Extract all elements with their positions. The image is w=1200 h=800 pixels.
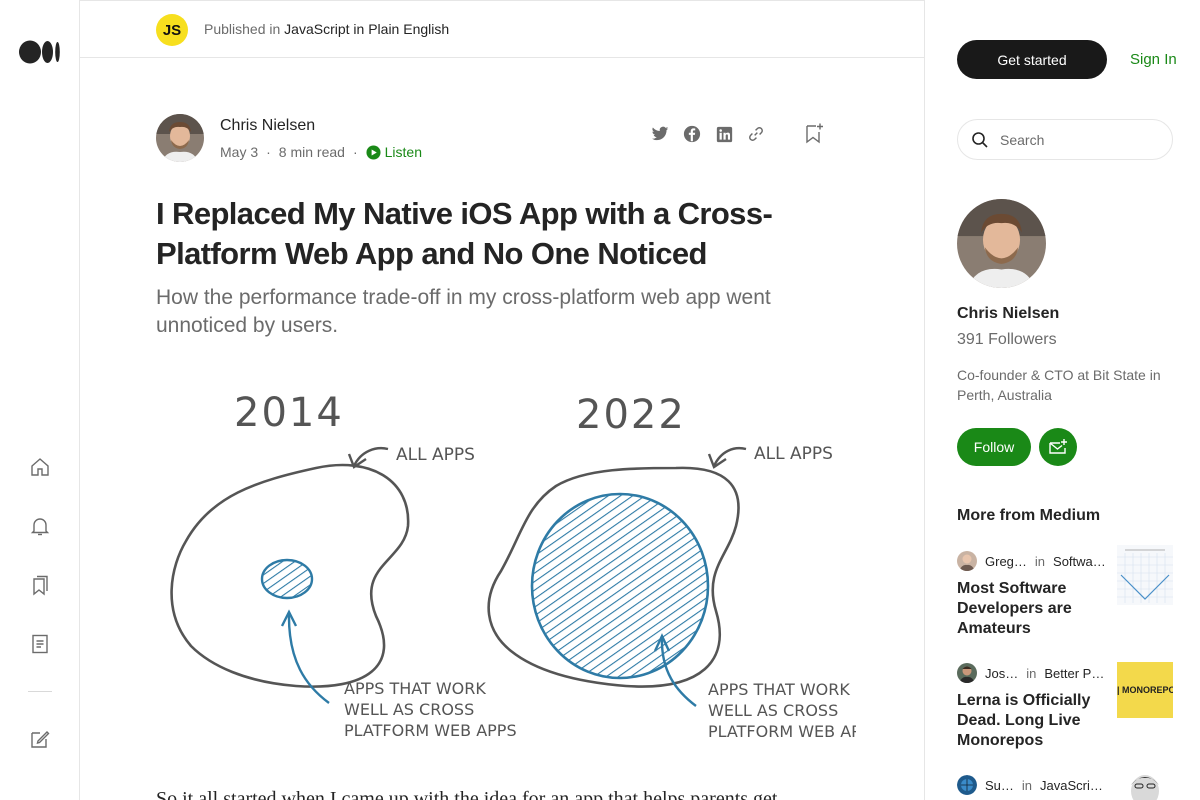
cross-label-2022-l1: Apps that work bbox=[708, 680, 850, 699]
sidebar-author-bio: Co-founder & CTO at Bit State in Perth, … bbox=[957, 367, 1161, 403]
facebook-icon[interactable] bbox=[682, 124, 702, 144]
right-sidebar: Get started Sign In Chris Nielsen 391 Fo… bbox=[924, 0, 1200, 800]
recommendation-item[interactable]: Su… in JavaScri… bbox=[957, 771, 1173, 800]
cross-label-2014-l2: well as cross bbox=[344, 700, 474, 719]
year-2022-label: 2022 bbox=[576, 392, 686, 438]
cross-platform-apps-2014 bbox=[260, 558, 314, 600]
article-main: Chris Nielsen May 3 · 8 min read · Liste… bbox=[80, 58, 924, 800]
more-from-medium-heading: More from Medium bbox=[957, 507, 1101, 524]
subscribe-email-button[interactable] bbox=[1039, 428, 1077, 466]
publication-name-link[interactable]: JavaScript in Plain English bbox=[284, 21, 449, 37]
cross-label-2022-l3: platform web apps bbox=[708, 722, 856, 741]
rec-thumbnail-monorepos[interactable]: S | MONOREPOS bbox=[1117, 662, 1173, 718]
rec-in: in bbox=[1034, 553, 1046, 569]
sidebar-author-name[interactable]: Chris Nielsen bbox=[957, 305, 1059, 323]
linkedin-icon[interactable] bbox=[714, 124, 734, 144]
article-meta: May 3 · 8 min read · Listen bbox=[220, 144, 422, 160]
medium-logo[interactable] bbox=[19, 40, 61, 64]
all-apps-label-2014: All apps bbox=[396, 445, 475, 465]
cross-label-2014-l3: platform web apps bbox=[344, 721, 517, 740]
search-input[interactable] bbox=[1000, 131, 1160, 148]
search-box[interactable] bbox=[957, 119, 1173, 160]
follow-button[interactable]: Follow bbox=[957, 428, 1031, 466]
meta-separator: · bbox=[352, 144, 358, 160]
notifications-bell-icon[interactable] bbox=[28, 514, 52, 538]
rec-title[interactable]: Lerna is Officially Dead. Long Live Mono… bbox=[957, 691, 1102, 751]
meta-separator: · bbox=[266, 144, 271, 160]
sign-in-link[interactable]: Sign In bbox=[1130, 51, 1177, 68]
publication-logo[interactable]: JS bbox=[156, 14, 188, 46]
share-icons bbox=[650, 124, 766, 144]
bookmark-add-icon[interactable] bbox=[804, 122, 826, 146]
sidebar-author-avatar[interactable] bbox=[957, 199, 1046, 288]
recommendation-item[interactable]: Greg… in Softwa… Most Software Developer… bbox=[957, 545, 1173, 639]
play-circle-icon bbox=[366, 144, 381, 160]
subscribe-mail-icon bbox=[1049, 439, 1067, 454]
rec-publication[interactable]: JavaScri… bbox=[1040, 778, 1103, 793]
publication-bar: JS Published in JavaScript in Plain Engl… bbox=[80, 0, 924, 58]
thumb-monorepos-text: S | MONOREPOS bbox=[1117, 685, 1173, 695]
publication-label: Published in JavaScript in Plain English bbox=[204, 21, 449, 37]
rec-author-avatar bbox=[957, 663, 977, 683]
rec-author[interactable]: Jos… bbox=[985, 666, 1018, 681]
search-icon bbox=[972, 131, 988, 148]
year-2014-label: 2014 bbox=[234, 390, 344, 436]
hero-illustration: 2014 2022 All apps Apps that work well a… bbox=[170, 390, 856, 741]
rec-thumbnail-portrait[interactable] bbox=[1117, 771, 1173, 800]
article-title: I Replaced My Native iOS App with a Cros… bbox=[156, 196, 773, 271]
author-name-link[interactable]: Chris Nielsen bbox=[220, 117, 315, 135]
rec-title[interactable]: Most Software Developers are Amateurs bbox=[957, 579, 1102, 639]
rec-author-avatar bbox=[957, 775, 977, 795]
twitter-icon[interactable] bbox=[650, 124, 670, 144]
listen-button[interactable]: Listen bbox=[366, 144, 422, 160]
listen-label: Listen bbox=[384, 144, 422, 160]
article-subtitle: How the performance trade-off in my cros… bbox=[156, 286, 771, 337]
stories-document-icon[interactable] bbox=[28, 632, 52, 656]
write-edit-icon[interactable] bbox=[28, 727, 52, 751]
home-icon[interactable] bbox=[28, 455, 52, 479]
cross-label-2014-l1: Apps that work bbox=[344, 679, 486, 698]
get-started-button[interactable]: Get started bbox=[957, 40, 1107, 79]
rec-author[interactable]: Su… bbox=[985, 778, 1014, 793]
article-body-first-line: So it all started when I came up with th… bbox=[156, 788, 778, 800]
rec-in: in bbox=[1021, 777, 1033, 793]
author-avatar[interactable] bbox=[156, 114, 204, 162]
rec-thumbnail-chart[interactable] bbox=[1117, 545, 1173, 605]
read-time: 8 min read bbox=[278, 144, 345, 160]
rec-author[interactable]: Greg… bbox=[985, 554, 1027, 569]
all-apps-label-2022: All apps bbox=[754, 444, 833, 464]
rec-in: in bbox=[1026, 665, 1037, 681]
left-nav-rail bbox=[0, 0, 80, 800]
rec-publication[interactable]: Softwa… bbox=[1053, 554, 1106, 569]
rec-author-avatar bbox=[957, 551, 977, 571]
published-in-text: Published in bbox=[204, 21, 281, 37]
publish-date: May 3 bbox=[220, 144, 259, 160]
cross-label-2022-l2: well as cross bbox=[708, 701, 838, 720]
rail-divider bbox=[28, 691, 52, 692]
rec-publication[interactable]: Better P… bbox=[1044, 666, 1104, 681]
recommendation-item[interactable]: Jos… in Better P… Lerna is Officially De… bbox=[957, 662, 1173, 751]
cross-platform-apps-2022 bbox=[530, 492, 710, 680]
sidebar-followers-count[interactable]: 391 Followers bbox=[957, 331, 1057, 349]
link-icon[interactable] bbox=[746, 124, 766, 144]
lists-bookmarks-icon[interactable] bbox=[28, 573, 52, 597]
